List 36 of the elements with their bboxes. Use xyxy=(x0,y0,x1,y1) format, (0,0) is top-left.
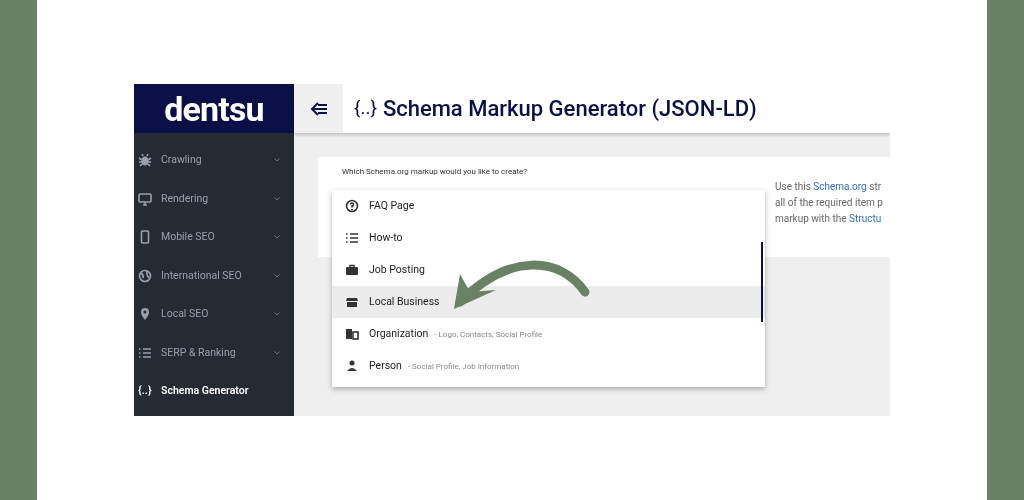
building-icon xyxy=(345,327,359,341)
dropdown-option[interactable]: Person - Social Profile, Job Information xyxy=(332,350,765,382)
braces-icon-text: {..} xyxy=(138,383,152,399)
list-icon xyxy=(345,231,359,245)
sidebar-item[interactable]: SERP & Ranking xyxy=(134,333,294,372)
logo: dentsu xyxy=(164,91,264,126)
dropdown-option[interactable]: How-to xyxy=(332,222,765,254)
collapse-menu-icon xyxy=(309,101,328,116)
list-icon xyxy=(138,345,152,360)
link[interactable]: Structu xyxy=(849,213,882,224)
bug-icon xyxy=(138,153,152,168)
dropdown-option[interactable]: Job Posting xyxy=(332,254,765,286)
dropdown-option[interactable]: Organization - Logo, Contacts, Social Profile xyxy=(332,318,765,350)
sidebar-item[interactable]: Crawling xyxy=(134,141,294,180)
store-icon xyxy=(345,295,359,309)
sidebar-item[interactable]: Rendering xyxy=(134,179,294,218)
help-circle-icon xyxy=(345,199,359,213)
dropdown-option[interactable]: FAQ Page xyxy=(332,190,765,222)
globe-icon xyxy=(138,268,152,283)
location-pin-icon xyxy=(138,307,152,322)
phone-icon xyxy=(138,230,152,245)
dropdown-option[interactable]: Local Business xyxy=(332,286,765,318)
person-icon xyxy=(345,359,359,373)
monitor-icon xyxy=(138,191,152,206)
field-label: Which Schema.org markup would you like to create? xyxy=(342,166,528,178)
sidebar-item[interactable]: Local SEO xyxy=(134,295,294,334)
info-paragraph: Use this Schema.org str all of the required item p markup with the Structu xyxy=(775,180,883,226)
sidebar-item[interactable]: International SEO xyxy=(134,256,294,295)
briefcase-icon xyxy=(345,263,359,277)
page-title: Schema Markup Generator (JSON-LD) xyxy=(382,95,757,123)
scrollbar-thumb[interactable] xyxy=(761,242,763,322)
link[interactable]: Schema.org xyxy=(813,181,867,192)
sidebar-item[interactable]: {..} Schema Generator xyxy=(134,372,294,411)
menu-toggle-button[interactable] xyxy=(294,84,343,133)
braces-icon-text: {..} xyxy=(354,95,377,122)
sidebar-item[interactable]: Mobile SEO xyxy=(134,218,294,257)
